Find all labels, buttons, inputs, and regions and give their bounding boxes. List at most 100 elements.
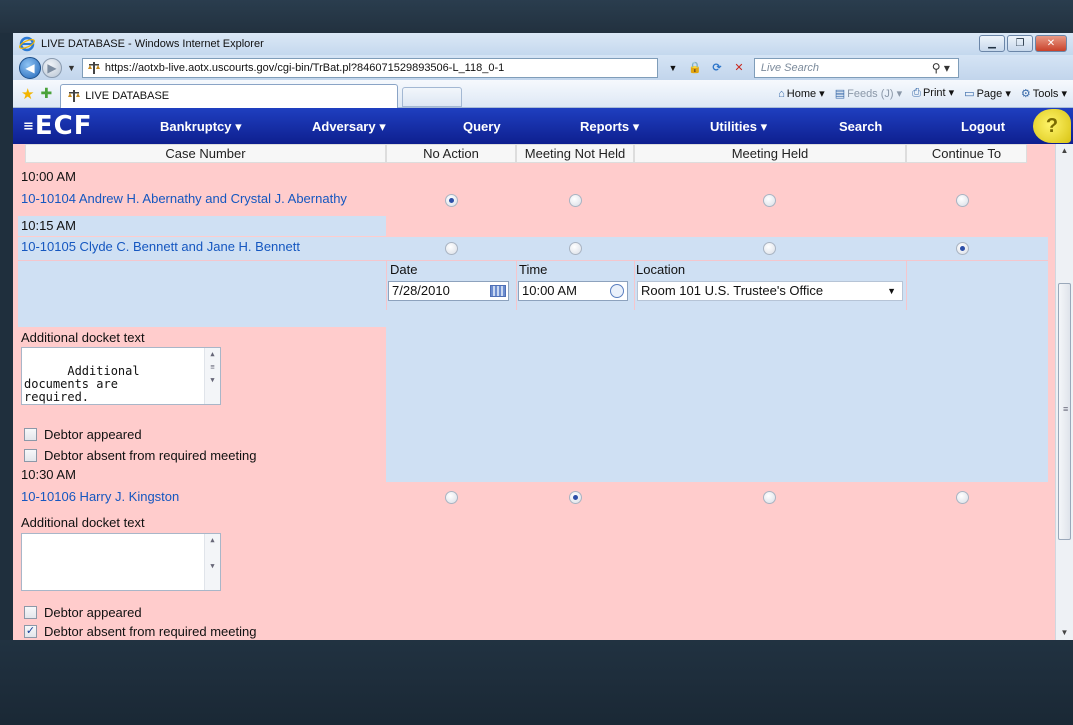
feeds-button[interactable]: ▤ Feeds (J) ▾ [835, 87, 902, 100]
title-bar: LIVE DATABASE - Windows Internet Explore… [13, 33, 1073, 55]
window-title: LIVE DATABASE - Windows Internet Explore… [41, 38, 264, 50]
home-icon: ⌂ [778, 87, 785, 100]
debtor-absent-label: Debtor absent from required meeting [44, 448, 257, 463]
slide-bottom-band [0, 640, 1073, 725]
search-icon[interactable]: ⚲ ▾ [932, 61, 950, 75]
page-scrollbar[interactable]: ▲ ≡ ▼ [1055, 144, 1073, 640]
menu-reports-label: Reports [580, 119, 630, 134]
case-link-10104[interactable]: 10-10104 Andrew H. Abernathy and Crystal… [21, 191, 347, 206]
menu-reports[interactable]: Reports ▾ [580, 119, 639, 135]
gear-icon: ⚙ [1020, 87, 1031, 100]
help-icon[interactable]: ? [1033, 109, 1071, 143]
docket-band-10105 [386, 327, 1048, 482]
case-link-10106[interactable]: 10-10106 Harry J. Kingston [21, 489, 179, 504]
url-field[interactable]: https://aotxb-live.aotx.uscourts.gov/cgi… [81, 57, 658, 78]
menu-query[interactable]: Query [463, 119, 501, 134]
tools-label: Tools [1032, 87, 1059, 100]
print-label: Print [922, 87, 946, 99]
stop-icon[interactable]: ✕ [728, 58, 750, 78]
radio-meeting-held-10104[interactable] [763, 194, 776, 207]
maximize-button[interactable]: ❐ [1007, 35, 1033, 52]
scales-icon [68, 90, 81, 102]
page-label: Page [976, 87, 1003, 100]
close-window-button[interactable]: ✕ [1035, 35, 1067, 52]
ecf-logo-text: ECF [34, 111, 93, 141]
back-button[interactable]: ◀ [19, 56, 41, 79]
radio-no-action-10105[interactable] [445, 242, 458, 255]
radio-meeting-held-10106[interactable] [763, 491, 776, 504]
location-label: Location [636, 262, 686, 277]
menu-adversary[interactable]: Adversary ▾ [312, 119, 386, 135]
new-tab-button[interactable] [402, 86, 463, 107]
live-search-placeholder: Live Search [760, 61, 820, 74]
radio-meeting-not-held-10104[interactable] [569, 194, 582, 207]
menu-logout[interactable]: Logout [961, 119, 1005, 134]
printer-icon: ⎙ [912, 87, 921, 99]
lock-icon[interactable]: 🔒 [684, 58, 706, 78]
divider [516, 260, 517, 310]
menu-bankruptcy[interactable]: Bankruptcy ▾ [160, 119, 242, 135]
radio-continue-to-10106[interactable] [956, 491, 969, 504]
debtor-appeared-label: Debtor appeared [44, 427, 142, 442]
tools-button[interactable]: ⚙ Tools ▾ [1021, 87, 1067, 100]
time-label: 10:30 AM [21, 467, 76, 482]
checkbox-debtor-absent-10106[interactable]: ✓ [24, 625, 37, 638]
meeting-table: Case Number No Action Meeting Not Held M… [13, 144, 1073, 640]
radio-continue-to-10105[interactable] [956, 242, 969, 255]
date-label: Date [390, 262, 418, 277]
radio-no-action-10106[interactable] [445, 491, 458, 504]
textarea-scrollbar[interactable]: ▲ ≡ ▼ [204, 348, 220, 404]
calendar-icon[interactable] [490, 285, 506, 297]
add-favorites-icon[interactable]: ✚ [40, 85, 52, 102]
url-dropdown-arrow[interactable]: ▼ [662, 58, 684, 78]
feeds-label: Feeds (J) [847, 87, 894, 100]
debtor-absent-label: Debtor absent from required meeting [44, 624, 257, 639]
divider [906, 260, 907, 310]
scroll-down-arrow[interactable]: ▼ [1056, 626, 1073, 640]
checkbox-debtor-appeared-10106[interactable] [24, 606, 37, 619]
checkbox-debtor-appeared-10105[interactable] [24, 428, 37, 441]
date-field[interactable]: 7/28/2010 [388, 281, 509, 301]
time-field[interactable]: 10:00 AM [518, 281, 628, 301]
radio-continue-to-10104[interactable] [956, 194, 969, 207]
home-label: Home [786, 87, 817, 100]
address-tools: ▼ 🔒 ⟳ ✕ [662, 58, 750, 78]
time-label: 10:00 AM [21, 169, 76, 184]
radio-meeting-not-held-10105[interactable] [569, 242, 582, 255]
feeds-icon: ▤ [834, 87, 846, 100]
scroll-up-arrow[interactable]: ▲ [1056, 144, 1073, 158]
refresh-icon[interactable]: ⟳ [706, 58, 728, 78]
clock-icon[interactable] [610, 284, 624, 298]
forward-button[interactable]: ▶ [42, 57, 62, 78]
slide-top-band [0, 0, 1073, 33]
print-button[interactable]: ⎙ Print ▾ [912, 86, 954, 100]
location-select[interactable]: Room 101 U.S. Trustee's Office ▼ [637, 281, 903, 301]
chevron-down-icon: ▼ [887, 286, 896, 296]
scroll-thumb[interactable]: ≡ [1058, 283, 1071, 540]
live-search-input[interactable]: Live Search ⚲ ▾ [753, 57, 959, 78]
docket-textarea-10106[interactable]: ▲ ▼ [21, 533, 221, 591]
command-items: ⌂ Home ▾ ▤ Feeds (J) ▾ ⎙ Print ▾ ▭ Page ▾ ⚙ T… [778, 86, 1067, 100]
radio-meeting-not-held-10106[interactable] [569, 491, 582, 504]
radio-meeting-held-10105[interactable] [763, 242, 776, 255]
scales-icon [87, 61, 100, 74]
case-link-10105[interactable]: 10-10105 Clyde C. Bennett and Jane H. Be… [21, 239, 300, 254]
docket-textarea-10105[interactable]: Additional documents are required. ▲ ≡ ▼ [21, 347, 221, 405]
window-controls: ▁ ❐ ✕ [979, 35, 1067, 52]
menu-utilities[interactable]: Utilities ▾ [710, 119, 767, 135]
page-button[interactable]: ▭ Page ▾ [964, 87, 1011, 100]
docket-text-value: Additional documents are required. [24, 364, 140, 404]
cm-logo-mark: ≡ [23, 119, 35, 134]
docket-text-label: Additional docket text [21, 515, 145, 530]
menu-search[interactable]: Search [839, 119, 882, 134]
home-button[interactable]: ⌂ Home ▾ [778, 87, 825, 100]
textarea-scrollbar[interactable]: ▲ ▼ [204, 534, 220, 590]
tab-live-database[interactable]: LIVE DATABASE [60, 83, 399, 108]
minimize-button[interactable]: ▁ [979, 35, 1005, 52]
recent-pages-dropdown[interactable]: ▼ [67, 63, 76, 73]
favorites-star-icon[interactable]: ★ [21, 85, 34, 103]
divider [18, 260, 1048, 261]
internet-explorer-icon [19, 36, 35, 52]
checkbox-debtor-absent-10105[interactable] [24, 449, 37, 462]
radio-no-action-10104[interactable] [445, 194, 458, 207]
